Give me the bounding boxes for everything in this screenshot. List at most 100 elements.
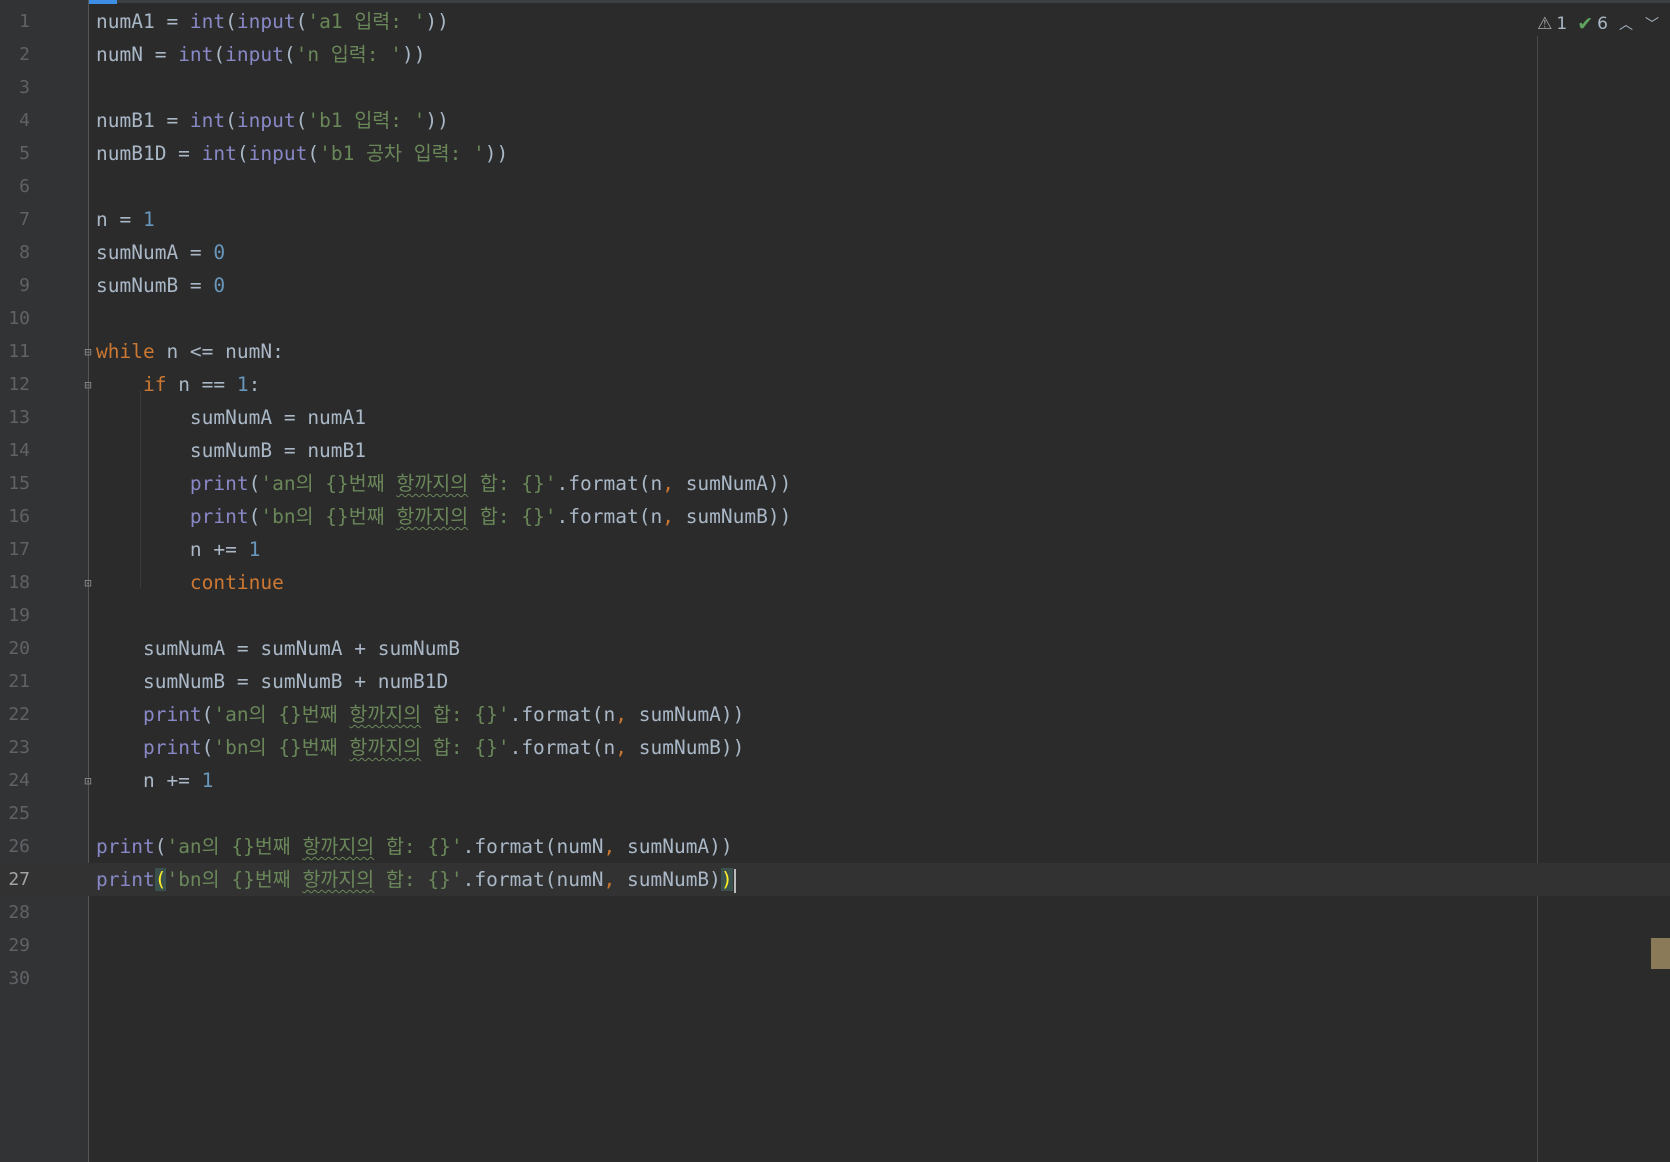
warnings-counter[interactable]: ⚠ 1 [1537, 14, 1567, 34]
code-text: print('an의 {}번째 항까지의 합: {}'.format(n, su… [96, 467, 791, 500]
code-text: numB1D = int(input('b1 공차 입력: ')) [96, 137, 508, 170]
code-line[interactable]: 8 sumNumA = 0 [0, 236, 1670, 269]
line-number: 21 [8, 671, 30, 692]
code-line[interactable]: 1 numA1 = int(input('a1 입력: ')) [0, 5, 1670, 38]
fold-toggle-icon[interactable]: ⊟ [81, 345, 95, 359]
code-line[interactable]: 16 print('bn의 {}번째 항까지의 합: {}'.format(n,… [0, 500, 1670, 533]
fold-toggle-icon[interactable]: ⊡ [81, 774, 95, 788]
code-line[interactable]: 28 [0, 896, 1670, 929]
line-number: 9 [19, 275, 30, 296]
code-token: print [142, 703, 202, 726]
line-number: 15 [8, 473, 30, 494]
code-token: sumNumB)) [673, 505, 792, 528]
line-number: 27 [8, 869, 30, 890]
line-number: 11 [8, 341, 30, 362]
code-token: int [201, 142, 237, 165]
code-token: int [189, 10, 226, 33]
code-line[interactable]: 24 ⊡ n += 1 [0, 764, 1670, 797]
code-token: ( [213, 43, 226, 66]
code-token: ( [248, 505, 261, 528]
code-token: sumNumA = numA1 [96, 406, 367, 429]
code-token: ( [154, 835, 167, 858]
code-token: .format(n [509, 736, 616, 759]
code-line[interactable]: 12 ⊟ if n == 1: [0, 368, 1670, 401]
code-token: 항까지의 [349, 736, 422, 759]
code-token: ) [720, 868, 733, 891]
code-token: n += [96, 538, 249, 561]
code-token: .format(n [556, 472, 663, 495]
code-text: sumNumB = sumNumB + numB1D [96, 665, 448, 698]
code-text: sumNumA = 0 [96, 236, 225, 269]
code-text: print('an의 {}번째 항까지의 합: {}'.format(n, su… [96, 698, 744, 731]
code-token: numN = [96, 43, 179, 66]
code-token: numA1 = [96, 10, 190, 33]
fold-toggle-icon[interactable]: ⊡ [81, 576, 95, 590]
code-text: print('bn의 {}번째 항까지의 합: {}'.format(n, su… [96, 500, 791, 533]
code-line[interactable]: 17 n += 1 [0, 533, 1670, 566]
code-token: ( [201, 736, 214, 759]
code-token: 항까지의 [302, 835, 375, 858]
code-token: numB1 = [96, 109, 190, 132]
code-line[interactable]: 15 print('an의 {}번째 항까지의 합: {}'.format(n,… [0, 467, 1670, 500]
fold-toggle-icon[interactable]: ⊟ [81, 378, 95, 392]
code-line[interactable]: 21 sumNumB = sumNumB + numB1D [0, 665, 1670, 698]
line-number: 24 [8, 770, 30, 791]
code-token: ( [283, 43, 296, 66]
line-number: 23 [8, 737, 30, 758]
code-line[interactable]: 14 sumNumB = numB1 [0, 434, 1670, 467]
warning-triangle-icon: ⚠ [1537, 14, 1553, 34]
code-line[interactable]: 23 print('bn의 {}번째 항까지의 합: {}'.format(n,… [0, 731, 1670, 764]
code-line[interactable]: 19 [0, 599, 1670, 632]
code-line[interactable]: 7 n = 1 [0, 203, 1670, 236]
code-line[interactable]: 11 ⊟ while n <= numN: [0, 335, 1670, 368]
next-highlight-icon[interactable]: ﹀ [1644, 14, 1660, 34]
code-editor[interactable]: 1 numA1 = int(input('a1 입력: ')) 2 numN = in… [0, 5, 1670, 995]
scrollbar-warning-marker[interactable] [1651, 938, 1670, 969]
inspection-widget[interactable]: ⚠ 1 ✔ 6 ︿ ﹀ [1537, 12, 1660, 36]
code-line[interactable]: 5 numB1D = int(input('b1 공차 입력: ')) [0, 137, 1670, 170]
code-line[interactable]: 25 [0, 797, 1670, 830]
code-token: sumNumB)) [627, 736, 745, 759]
code-token: 1 [142, 208, 155, 231]
previous-highlight-icon[interactable]: ︿ [1618, 14, 1634, 34]
line-number: 25 [8, 803, 30, 824]
line-number: 26 [8, 836, 30, 857]
code-line[interactable]: 3 [0, 71, 1670, 104]
weak-warnings-counter[interactable]: ✔ 6 [1577, 13, 1608, 35]
warnings-count: 1 [1556, 14, 1568, 34]
code-token: 합: {}' [374, 835, 463, 858]
code-text: print('an의 {}번째 항까지의 합: {}'.format(numN,… [96, 830, 733, 863]
line-number: 8 [19, 242, 30, 263]
code-line[interactable]: 9 sumNumB = 0 [0, 269, 1670, 302]
code-line[interactable]: 29 [0, 929, 1670, 962]
code-line[interactable]: 27 print('bn의 {}번째 항까지의 합: {}'.format(num… [0, 863, 1670, 896]
line-number: 13 [8, 407, 30, 428]
line-number: 28 [8, 902, 30, 923]
code-line[interactable]: 4 numB1 = int(input('b1 입력: ')) [0, 104, 1670, 137]
code-line[interactable]: 2 numN = int(input('n 입력: ')) [0, 38, 1670, 71]
line-number: 6 [19, 176, 30, 197]
code-token: n += [96, 769, 202, 792]
code-line[interactable]: 20 sumNumA = sumNumA + sumNumB [0, 632, 1670, 665]
code-token: 'an의 {}번째 [166, 835, 303, 858]
code-line[interactable]: 18 ⊡ continue [0, 566, 1670, 599]
code-token: ( [295, 109, 308, 132]
code-line[interactable]: 10 [0, 302, 1670, 335]
code-line[interactable]: 13 sumNumA = numA1 [0, 401, 1670, 434]
code-token: print [189, 472, 249, 495]
line-number: 16 [8, 506, 30, 527]
line-number: 2 [19, 44, 30, 65]
line-number: 5 [19, 143, 30, 164]
code-token: input [236, 109, 296, 132]
code-token: .format(n [556, 505, 663, 528]
code-line[interactable]: 30 [0, 962, 1670, 995]
code-token: 합: {}' [421, 703, 510, 726]
code-text: while n <= numN: [96, 335, 284, 368]
code-token: 합: {}' [468, 505, 557, 528]
line-number: 4 [19, 110, 30, 131]
code-line[interactable]: 26 print('an의 {}번째 항까지의 합: {}'.format(num… [0, 830, 1670, 863]
code-line[interactable]: 6 [0, 170, 1670, 203]
code-line[interactable]: 22 print('an의 {}번째 항까지의 합: {}'.format(n,… [0, 698, 1670, 731]
code-text: numN = int(input('n 입력: ')) [96, 38, 425, 71]
